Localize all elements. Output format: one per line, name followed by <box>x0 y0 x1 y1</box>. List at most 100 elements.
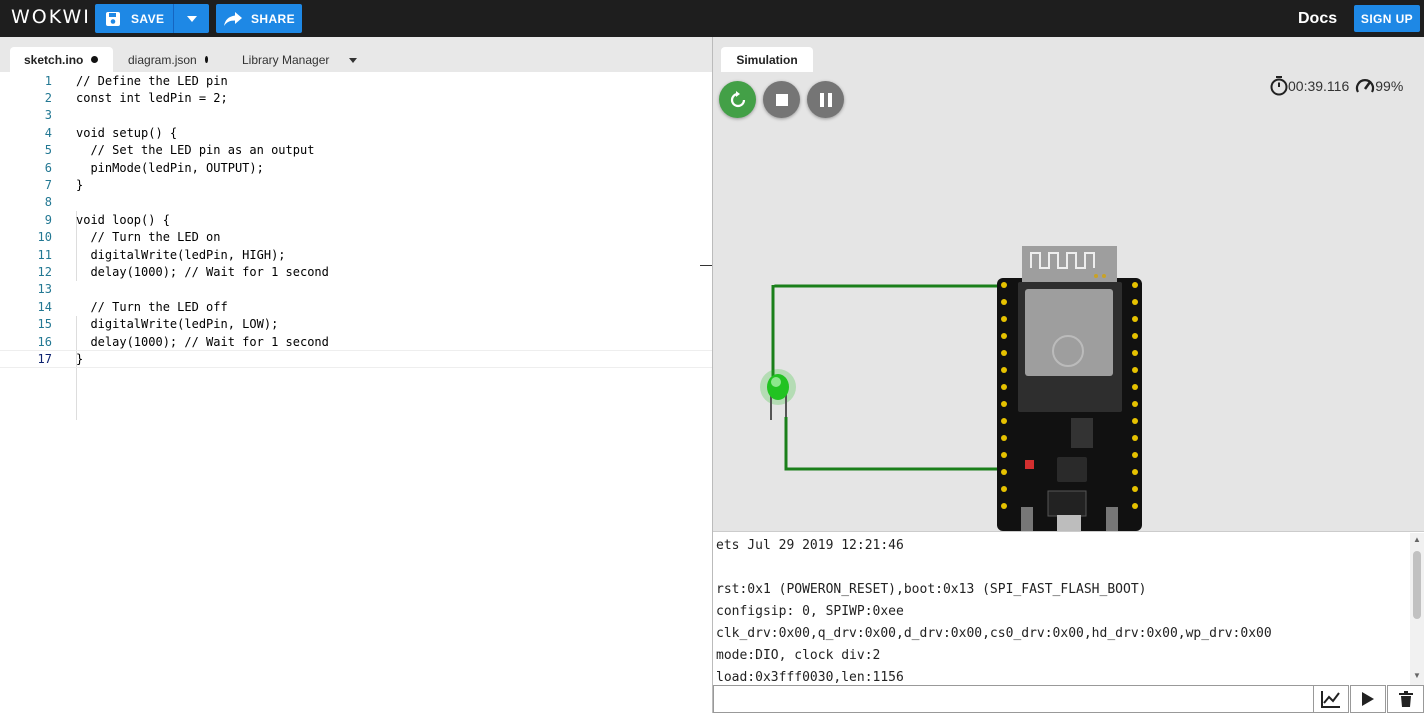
line-number: 7 <box>44 178 52 193</box>
clear-console-button[interactable] <box>1387 685 1424 713</box>
splitter-handle[interactable] <box>700 265 712 266</box>
trash-icon <box>1398 691 1413 707</box>
chevron-down-icon <box>186 15 197 22</box>
line-number: 1 <box>44 73 52 88</box>
console-line: rst:0x1 (POWERON_RESET),boot:0x13 (SPI_F… <box>716 582 1147 597</box>
simulation-speed: 99% <box>1375 78 1404 94</box>
green-led[interactable] <box>760 369 796 420</box>
code-text: pinMode(ledPin, OUTPUT); <box>76 160 264 175</box>
floppy-disk-icon <box>106 11 120 26</box>
code-text: } <box>76 178 84 193</box>
code-line: 6 pinMode(ledPin, OUTPUT); <box>0 159 712 176</box>
wire-led-anode[interactable] <box>771 284 1133 387</box>
pause-icon <box>819 92 832 107</box>
stop-simulation-button[interactable] <box>763 81 800 118</box>
scrollbar-thumb[interactable] <box>1413 551 1421 619</box>
scroll-down-arrow-icon[interactable]: ▼ <box>1413 671 1421 680</box>
save-button-group: SAVE <box>95 4 209 33</box>
speedometer-icon <box>1356 79 1375 93</box>
unsaved-dot-icon <box>204 56 208 63</box>
restart-simulation-button[interactable] <box>719 81 756 118</box>
tab-sketch-ino[interactable]: sketch.ino <box>10 47 113 72</box>
save-options-dropdown[interactable] <box>174 15 209 22</box>
share-button[interactable]: SHARE <box>216 4 302 33</box>
tab-diagram-json[interactable]: diagram.json <box>114 47 222 72</box>
code-line: 7 } <box>0 176 712 193</box>
serial-plotter-button[interactable] <box>1313 685 1349 713</box>
line-number: 11 <box>37 247 52 262</box>
code-line: 8 <box>0 194 712 211</box>
caret-down-icon <box>349 58 357 63</box>
line-number: 10 <box>37 230 52 245</box>
console-line: clk_drv:0x00,q_drv:0x00,d_drv:0x00,cs0_d… <box>716 626 1272 641</box>
code-text: void loop() { <box>76 212 170 227</box>
code-line: 9 void loop() { <box>0 211 712 228</box>
docs-link[interactable]: Docs <box>1298 10 1337 28</box>
unsaved-dot-icon <box>91 56 99 63</box>
code-text: // Turn the LED on <box>76 230 221 245</box>
code-line: 16 delay(1000); // Wait for 1 second <box>0 333 712 350</box>
console-scrollbar[interactable]: ▲ ▼ <box>1410 533 1424 685</box>
code-line: 4 void setup() { <box>0 124 712 141</box>
signup-button[interactable]: SIGN UP <box>1354 5 1420 32</box>
line-number: 16 <box>37 334 52 349</box>
share-label: SHARE <box>251 11 296 26</box>
esp32-devkit-board[interactable] <box>997 246 1142 531</box>
wire-led-cathode[interactable] <box>784 417 1133 471</box>
scroll-up-arrow-icon[interactable]: ▲ <box>1413 535 1421 544</box>
line-number: 8 <box>44 195 52 210</box>
elapsed-time: 00:39.116 <box>1288 78 1350 94</box>
code-line-current: 17 } <box>0 350 712 368</box>
tab-label: diagram.json <box>128 52 197 67</box>
save-label: SAVE <box>131 11 165 26</box>
code-text: digitalWrite(ledPin, HIGH); <box>76 247 286 262</box>
serial-monitor-output[interactable]: ets Jul 29 2019 12:21:46 rst:0x1 (POWERO… <box>713 531 1424 685</box>
code-text: delay(1000); // Wait for 1 second <box>76 265 329 280</box>
simulation-status: 00:39.116 99% <box>1270 76 1403 96</box>
run-button[interactable] <box>1350 685 1386 713</box>
line-number: 6 <box>44 160 52 175</box>
line-number: 14 <box>37 299 52 314</box>
tabs-menu-dropdown[interactable] <box>349 55 357 66</box>
tab-label: Library Manager <box>242 52 330 67</box>
code-text: const int ledPin = 2; <box>76 91 228 106</box>
code-text: // Set the LED pin as an output <box>76 143 315 158</box>
code-text: delay(1000); // Wait for 1 second <box>76 334 329 349</box>
code-line: 11 digitalWrite(ledPin, HIGH); <box>0 246 712 263</box>
console-line: load:0x3fff0030,len:1156 <box>716 670 904 685</box>
code-line: 3 <box>0 107 712 124</box>
code-line: 15 digitalWrite(ledPin, LOW); <box>0 316 712 333</box>
code-line: 13 <box>0 281 712 298</box>
tab-library-manager[interactable]: Library Manager <box>228 47 343 72</box>
stopwatch-icon <box>1270 76 1288 96</box>
save-button[interactable]: SAVE <box>95 4 173 33</box>
line-chart-icon <box>1321 691 1340 708</box>
simulation-panel: Simulation 00:39.116 99% <box>713 37 1424 531</box>
line-number: 3 <box>44 108 52 123</box>
line-number: 15 <box>37 317 52 332</box>
tab-label: sketch.ino <box>24 52 84 67</box>
restart-icon <box>730 90 745 107</box>
code-line: 5 // Set the LED pin as an output <box>0 142 712 159</box>
pause-simulation-button[interactable] <box>807 81 844 118</box>
code-editor[interactable]: 1 // Define the LED pin 2 const int ledP… <box>0 72 712 713</box>
console-line: configsip: 0, SPIWP:0xee <box>716 604 904 619</box>
play-icon <box>1362 692 1374 706</box>
code-line: 2 const int ledPin = 2; <box>0 89 712 106</box>
console-line: ets Jul 29 2019 12:21:46 <box>716 538 904 553</box>
code-text: void setup() { <box>76 125 178 140</box>
code-text: // Define the LED pin <box>76 73 228 88</box>
code-line: 12 delay(1000); // Wait for 1 second <box>0 263 712 280</box>
code-line: 10 // Turn the LED on <box>0 229 712 246</box>
esp32-pin-headers <box>1001 282 1138 509</box>
line-number: 17 <box>37 352 52 367</box>
line-number: 12 <box>37 265 52 280</box>
wokwi-logo[interactable]: WOKWI <box>11 6 91 28</box>
serial-input-field[interactable] <box>713 685 1314 713</box>
line-number: 13 <box>37 282 52 297</box>
code-text: } <box>76 352 84 367</box>
tab-simulation[interactable]: Simulation <box>721 47 813 72</box>
top-bar: WOKWI SAVE SHARE Docs SIGN UP <box>0 0 1424 37</box>
code-line: 14 // Turn the LED off <box>0 298 712 315</box>
code-line: 1 // Define the LED pin <box>0 72 712 89</box>
